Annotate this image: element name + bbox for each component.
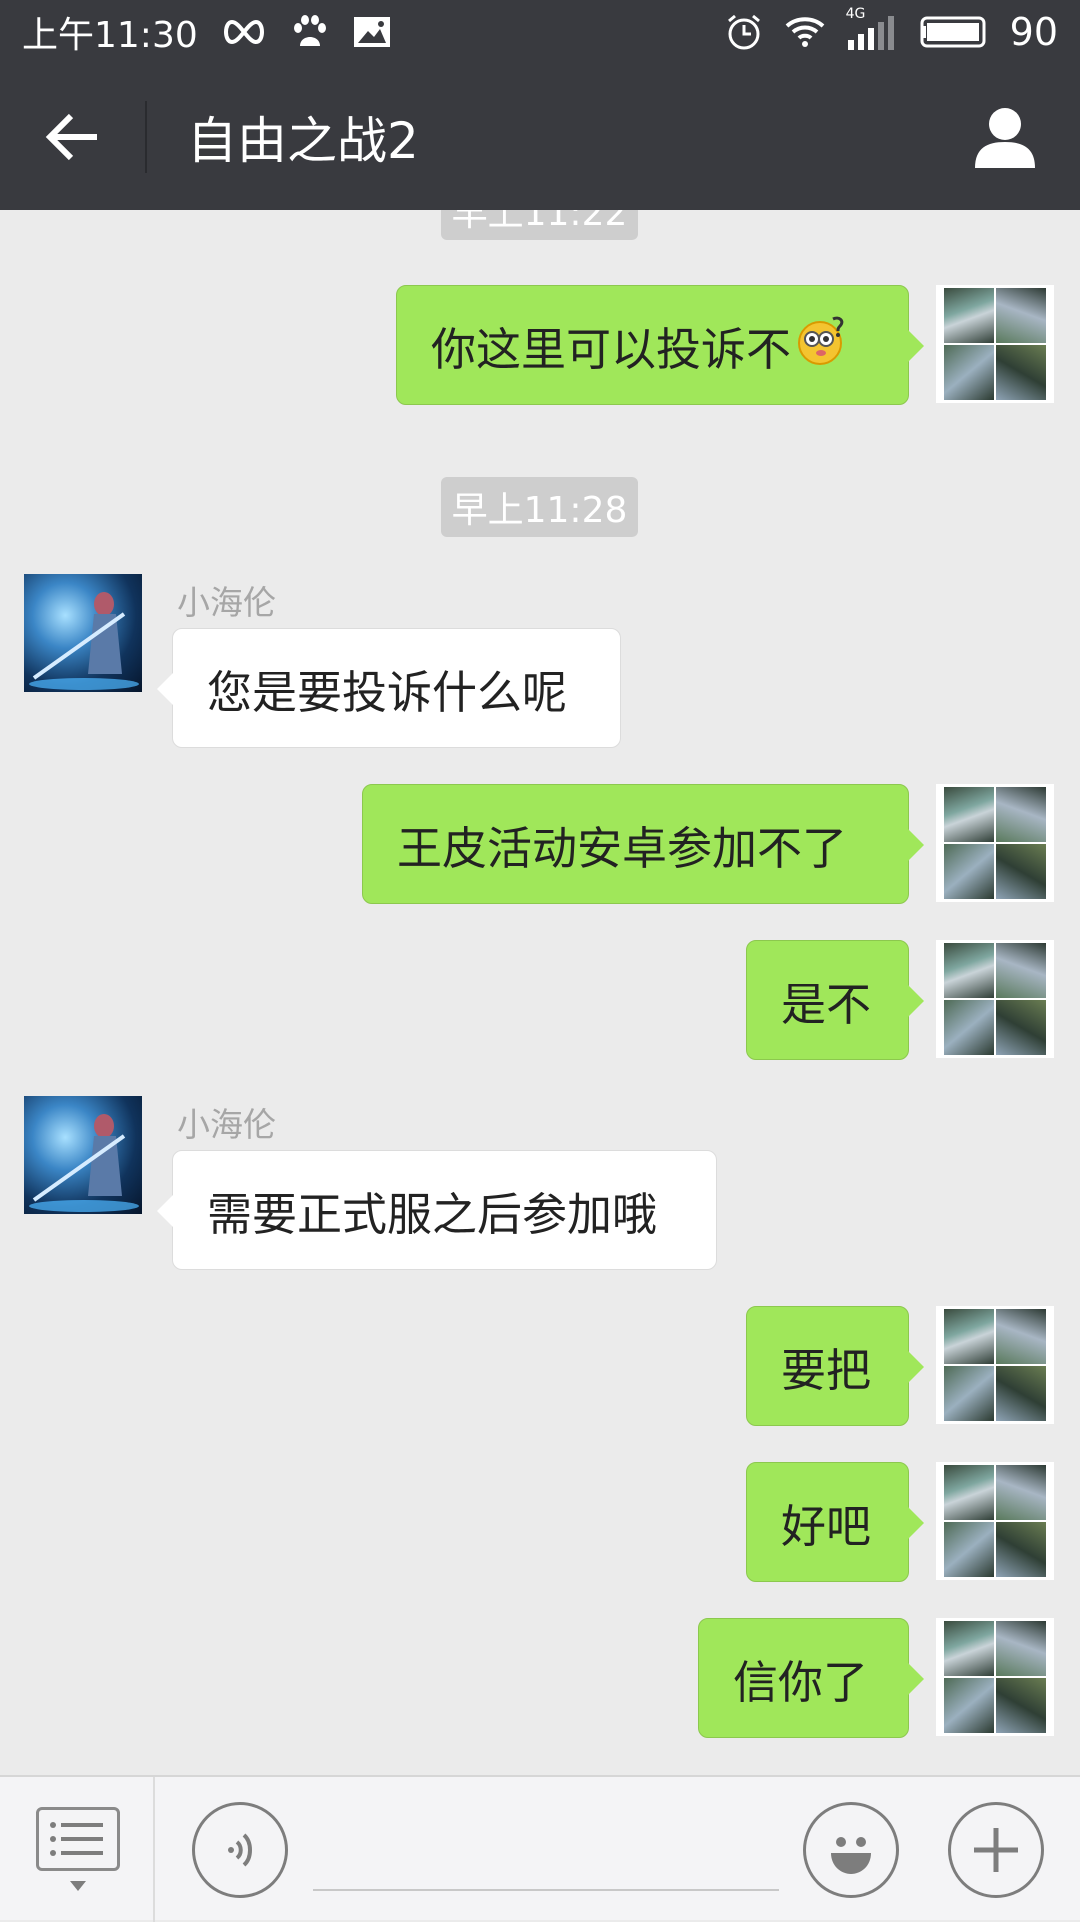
battery-level: 90 bbox=[1009, 10, 1058, 54]
back-arrow-icon bbox=[45, 113, 97, 161]
sender-name: 小海伦 bbox=[177, 583, 276, 622]
infinity-icon bbox=[220, 18, 268, 46]
message-bubble-self[interactable]: 信你了 bbox=[698, 1618, 924, 1738]
header-divider bbox=[145, 101, 147, 173]
message-bubble-self[interactable]: 是不 bbox=[746, 940, 924, 1060]
avatar[interactable] bbox=[936, 1618, 1054, 1736]
more-actions-button[interactable] bbox=[948, 1802, 1044, 1898]
alarm-icon bbox=[724, 12, 764, 52]
status-time: 上午11:30 bbox=[22, 15, 198, 56]
message-bubble-self[interactable]: 你这里可以投诉不 bbox=[396, 285, 924, 405]
caret-down-icon bbox=[70, 1881, 86, 1891]
timestamp: 早上11:22 bbox=[441, 210, 638, 240]
emoji-button[interactable] bbox=[803, 1802, 899, 1898]
message-input[interactable] bbox=[313, 1847, 779, 1891]
chat-title: 自由之战2 bbox=[187, 112, 419, 170]
avatar[interactable] bbox=[936, 940, 1054, 1058]
menu-list-icon bbox=[50, 1822, 103, 1856]
sender-name: 小海伦 bbox=[177, 1105, 276, 1144]
input-bar bbox=[0, 1775, 1080, 1922]
message-bubble-other[interactable]: 您是要投诉什么呢 bbox=[157, 628, 621, 748]
message-bubble-self[interactable]: 王皮活动安卓参加不了 bbox=[362, 784, 924, 904]
cell-signal-icon: 4G bbox=[846, 6, 900, 52]
message-bubble-self[interactable]: 好吧 bbox=[746, 1462, 924, 1582]
voice-button[interactable] bbox=[192, 1802, 288, 1898]
voice-icon bbox=[228, 1833, 252, 1867]
chat-info-button[interactable] bbox=[930, 64, 1080, 210]
plus-icon bbox=[974, 1828, 1018, 1872]
status-bar: 上午11:30 4G 90 bbox=[0, 0, 1080, 64]
wifi-icon bbox=[784, 15, 826, 49]
avatar[interactable] bbox=[24, 574, 142, 692]
avatar[interactable] bbox=[936, 784, 1054, 902]
network-type-label: 4G bbox=[845, 6, 866, 22]
timestamp: 早上11:28 bbox=[441, 477, 638, 537]
message-bubble-other[interactable]: 需要正式服之后参加哦 bbox=[157, 1150, 717, 1270]
avatar[interactable] bbox=[936, 285, 1054, 403]
image-icon bbox=[352, 15, 392, 49]
confused-face-emoji bbox=[793, 313, 847, 378]
menu-list-button[interactable] bbox=[36, 1807, 120, 1871]
person-icon bbox=[975, 108, 1035, 168]
avatar[interactable] bbox=[936, 1462, 1054, 1580]
chat-header: 自由之战2 bbox=[0, 64, 1080, 210]
message-list[interactable]: 早上11:22 你这里可以投诉不 早上11:28 小海伦 您是要投诉什么呢 王皮… bbox=[0, 210, 1080, 1775]
baidu-paw-icon bbox=[290, 12, 330, 52]
input-divider bbox=[153, 1777, 155, 1922]
emoji-icon bbox=[831, 1837, 871, 1874]
avatar[interactable] bbox=[936, 1306, 1054, 1424]
avatar[interactable] bbox=[24, 1096, 142, 1214]
message-bubble-self[interactable]: 要把 bbox=[746, 1306, 924, 1426]
back-button[interactable] bbox=[0, 64, 145, 210]
battery-icon bbox=[920, 14, 990, 50]
